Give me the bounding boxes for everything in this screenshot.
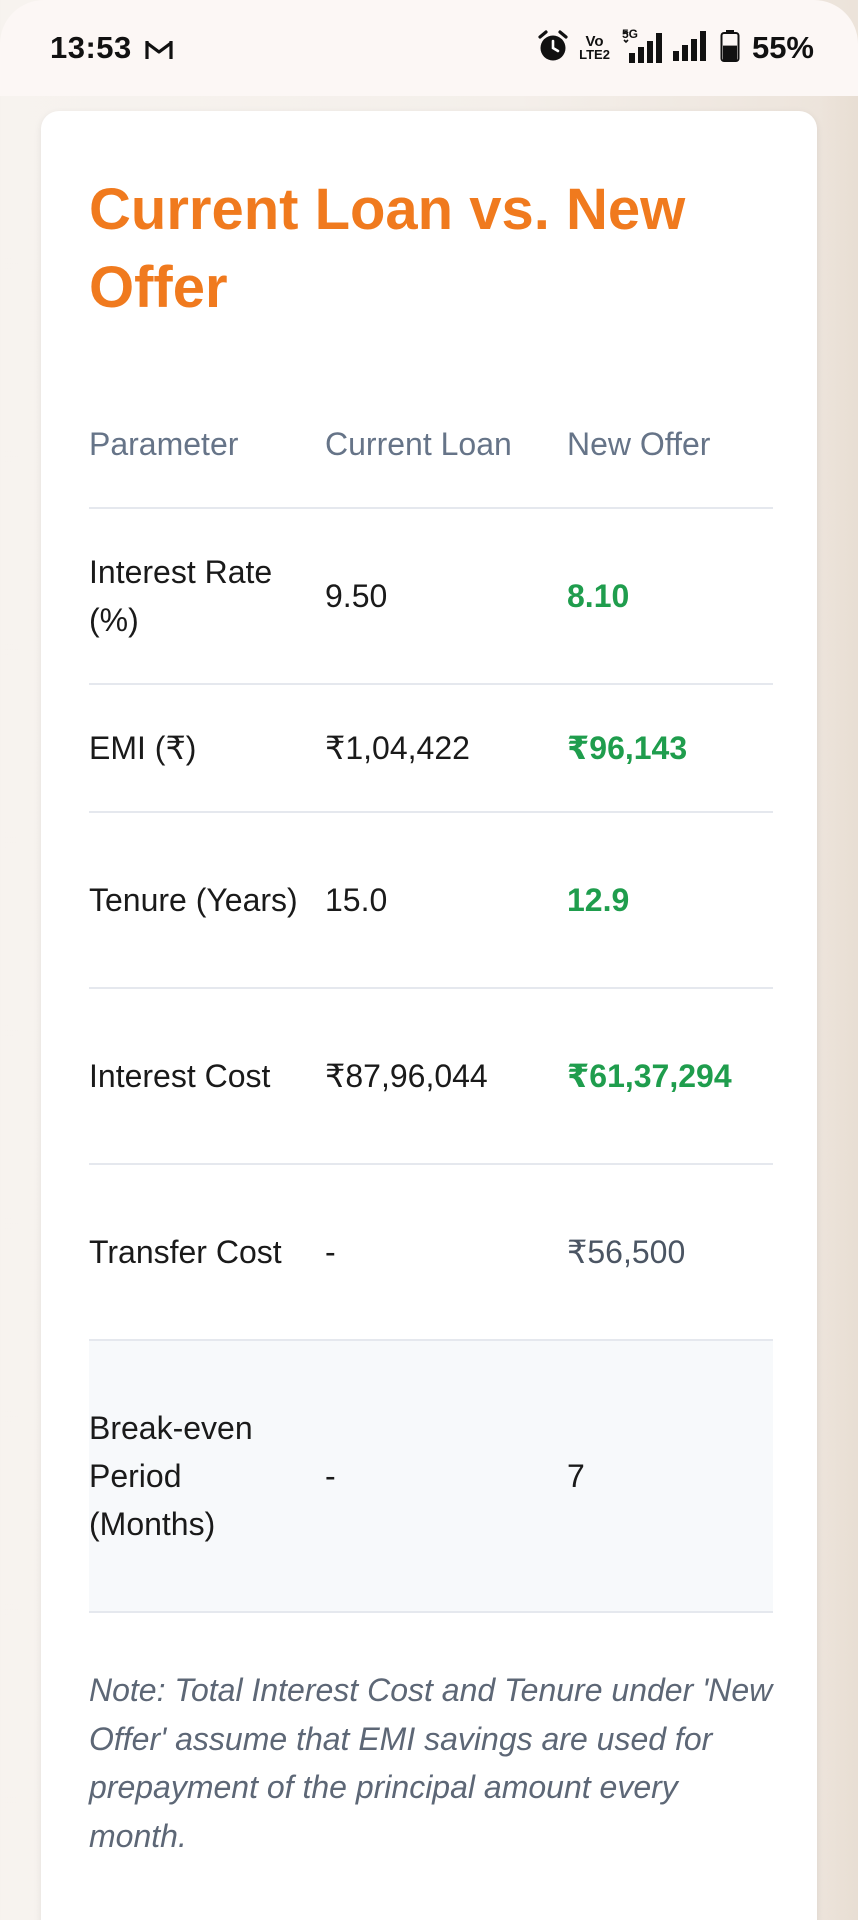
table-row-break-even: Break-even Period (Months) - 7	[89, 1340, 773, 1613]
header-parameter: Parameter	[89, 381, 325, 509]
cell-current: ₹1,04,422	[325, 684, 567, 813]
comparison-card: Current Loan vs. New Offer Parameter Cur…	[41, 111, 817, 1920]
status-time: 13:53	[50, 30, 132, 65]
table-row-tenure: Tenure (Years) 15.0 12.9	[89, 812, 773, 989]
cell-new-offer: ₹96,143	[567, 684, 773, 813]
cell-current: -	[325, 1340, 567, 1613]
cell-new-offer: ₹56,500	[567, 1164, 773, 1341]
cell-current: ₹87,96,044	[325, 988, 567, 1165]
table-row-interest-rate: Interest Rate (%) 9.50 8.10	[89, 508, 773, 685]
table-row-transfer-cost: Transfer Cost - ₹56,500	[89, 1164, 773, 1341]
alarm-icon	[537, 29, 569, 68]
cell-parameter: EMI (₹)	[89, 684, 325, 813]
cell-parameter: Tenure (Years)	[89, 812, 325, 989]
cell-new-offer: 8.10	[567, 508, 773, 685]
status-icons: Vo LTE2 5G 55%	[537, 26, 814, 70]
cell-new-offer: ₹61,37,294	[567, 988, 773, 1165]
cell-new-offer: 12.9	[567, 812, 773, 989]
network-type-label: 5G	[621, 27, 638, 41]
cell-parameter: Interest Cost	[89, 988, 325, 1165]
cell-new-offer: 7	[567, 1340, 773, 1613]
battery-percent: 55%	[751, 30, 814, 65]
cell-parameter: Transfer Cost	[89, 1164, 325, 1341]
card-title: Current Loan vs. New Offer	[89, 177, 686, 320]
header-current-loan: Current Loan	[325, 381, 567, 509]
comparison-table: Parameter Current Loan New Offer Interes…	[89, 381, 773, 1613]
footnote: Note: Total Interest Cost and Tenure und…	[89, 1672, 773, 1854]
header-new-offer: New Offer	[567, 381, 773, 509]
volte-icon: Vo LTE2	[579, 34, 610, 62]
mobile-signal-5g-icon: 5G	[620, 27, 662, 65]
status-bar: 13:53 Vo LTE2 5G 55%	[0, 0, 858, 96]
table-row-emi: EMI (₹) ₹1,04,422 ₹96,143	[89, 684, 773, 813]
cell-parameter: Break-even Period (Months)	[89, 1340, 325, 1613]
signal-strength-icon	[672, 29, 710, 68]
cell-current: -	[325, 1164, 567, 1341]
table-header-row: Parameter Current Loan New Offer	[89, 381, 773, 509]
background-edge	[818, 96, 858, 1920]
cell-current: 9.50	[325, 508, 567, 685]
gmail-icon	[144, 38, 174, 67]
volte-bottom: LTE2	[579, 47, 610, 62]
battery-icon	[720, 29, 740, 68]
cell-parameter: Interest Rate (%)	[89, 508, 325, 685]
cell-current: 15.0	[325, 812, 567, 989]
table-row-interest-cost: Interest Cost ₹87,96,044 ₹61,37,294	[89, 988, 773, 1165]
